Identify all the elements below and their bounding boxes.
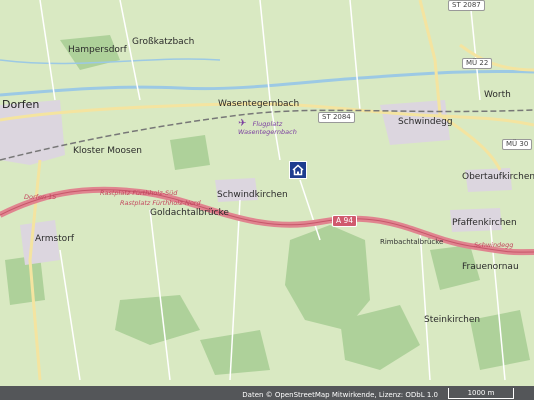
place-label-hampersdorf: Hampersdorf — [68, 45, 127, 55]
place-label-dorfen: Dorfen — [2, 98, 40, 111]
road-shield-a94: A 94 — [332, 215, 358, 227]
airport-label: Flugplatz Wasentegernbach — [238, 118, 297, 136]
attribution-text[interactable]: Daten © OpenStreetMap Mitwirkende, Lizen… — [242, 391, 438, 399]
place-label-wasentegernbach: Wasentegernbach — [218, 99, 300, 109]
rest-area-label-nord: Rastplatz Fürthholz-Nord — [120, 199, 201, 207]
road-shield-mu30: MÜ 30 — [502, 139, 533, 150]
map-canvas[interactable]: Dorfen Hampersdorf Großkatzbach Wasenteg… — [0, 0, 534, 400]
place-label-frauenornau: Frauenornau — [462, 262, 519, 272]
map-tiles — [0, 0, 534, 400]
place-label-schwindkirchen: Schwindkirchen — [217, 190, 288, 200]
rest-area-label-schwindegg: Schwindegg — [474, 241, 514, 249]
home-marker[interactable] — [289, 161, 307, 179]
road-shield-st2087: ST 2087 — [448, 0, 485, 11]
place-label-armstorf: Armstorf — [35, 234, 75, 244]
rest-area-label-sud: Rastplatz Fürthholz-Süd — [100, 189, 178, 197]
place-label-grosskatzbach: Großkatzbach — [132, 37, 195, 47]
road-shield-mu22: MÜ 22 — [462, 58, 493, 69]
place-label-steinkirchen: Steinkirchen — [424, 315, 481, 325]
home-icon — [292, 164, 304, 176]
place-label-worth: Worth — [484, 90, 511, 100]
road-shield-st2084: ST 2084 — [318, 112, 355, 123]
place-label-rimbachtalbrucke: Rimbachtalbrücke — [380, 238, 444, 246]
place-label-goldachtalbrucke: Goldachtalbrücke — [150, 208, 229, 218]
scale-bar: 1000 m — [448, 388, 514, 399]
place-label-kloster-moosen: Kloster Moosen — [73, 146, 142, 156]
place-label-obertaufkirchen: Obertaufkirchen — [462, 172, 534, 182]
airport-label-line2: Wasentegernbach — [238, 128, 297, 136]
place-label-schwindegg: Schwindegg — [398, 117, 453, 127]
place-label-pfaffenkirchen: Pfaffenkirchen — [452, 218, 517, 228]
map-footer: Daten © OpenStreetMap Mitwirkende, Lizen… — [0, 386, 534, 400]
airport-label-line1: Flugplatz — [252, 120, 283, 128]
road-label-dorfen-15: Dorfen 15 — [24, 193, 57, 201]
